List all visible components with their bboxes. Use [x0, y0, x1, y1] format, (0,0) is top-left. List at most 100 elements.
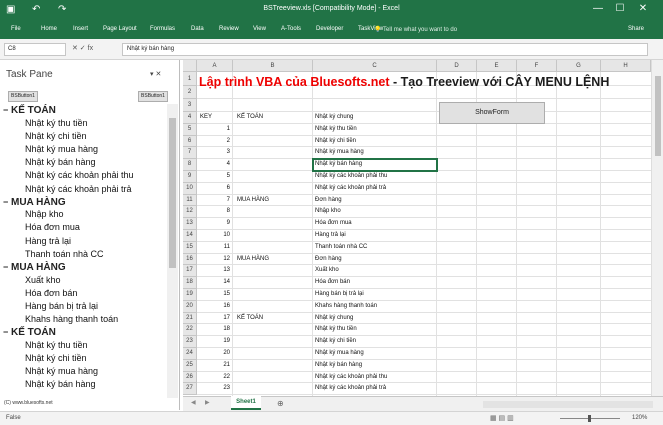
maximize-icon[interactable]: ☐: [613, 3, 627, 14]
scroll-thumb[interactable]: [169, 118, 176, 268]
tab-page-layout[interactable]: Page Layout: [103, 26, 137, 32]
cell-a13[interactable]: 9: [197, 219, 230, 229]
column-header-h[interactable]: H: [601, 60, 651, 72]
cell-a26[interactable]: 22: [197, 373, 230, 383]
cell-a21[interactable]: 17: [197, 314, 230, 324]
cell-a25[interactable]: 21: [197, 361, 230, 371]
tree-child-node[interactable]: Khahs hàng thanh toán: [25, 313, 118, 325]
cell-c4[interactable]: Nhật ký chung: [315, 113, 435, 123]
tree-parent-node[interactable]: − KẾ TOÁN: [3, 326, 56, 339]
row-header[interactable]: 17: [183, 265, 197, 278]
cell-a4[interactable]: KEY: [200, 113, 234, 123]
tree-child-node[interactable]: Nhập kho: [25, 208, 64, 220]
vertical-scrollbar[interactable]: [651, 60, 663, 396]
cell-a5[interactable]: 1: [197, 125, 230, 135]
column-header-c[interactable]: C: [313, 60, 437, 72]
collapse-icon[interactable]: −: [3, 326, 11, 338]
tree-child-node[interactable]: Hàng trả lại: [25, 235, 71, 247]
cell-a20[interactable]: 16: [197, 302, 230, 312]
tree-child-node[interactable]: Xuất kho: [25, 274, 61, 286]
row-header[interactable]: 23: [183, 336, 197, 348]
tell-me-search[interactable]: 💡 Tell me what you want to do: [374, 26, 457, 33]
cell-c17[interactable]: Xuất kho: [315, 266, 435, 276]
column-header-a[interactable]: A: [197, 60, 233, 72]
row-header[interactable]: 15: [183, 241, 197, 254]
cell-a14[interactable]: 10: [197, 231, 230, 241]
tab-formulas[interactable]: Formulas: [150, 26, 175, 32]
row-header[interactable]: 7: [183, 147, 197, 160]
tree-child-node[interactable]: Nhật ký bán hàng: [25, 378, 96, 390]
column-header-g[interactable]: G: [557, 60, 601, 72]
row-header[interactable]: 11: [183, 194, 197, 207]
sheet-prev-icon[interactable]: ◀: [191, 399, 196, 406]
row-header[interactable]: 22: [183, 324, 197, 337]
row-header[interactable]: 24: [183, 348, 197, 360]
cell-c12[interactable]: Nhập kho: [315, 207, 435, 217]
worksheet-grid[interactable]: A B C D E F G H 1 2 3 4 KEY KẾ TOÁN Nhật ký ch…: [183, 60, 651, 396]
cell-c13[interactable]: Hóa đơn mua: [315, 219, 435, 229]
tree-child-node[interactable]: Nhật ký mua hàng: [25, 143, 98, 155]
sheet-next-icon[interactable]: ▶: [205, 399, 210, 406]
row-header[interactable]: 19: [183, 289, 197, 301]
cell-c19[interactable]: Hàng bán bị trả lại: [315, 290, 435, 300]
sheet-tab-sheet1[interactable]: Sheet1: [231, 396, 261, 410]
cell-a18[interactable]: 14: [197, 278, 230, 288]
collapse-icon[interactable]: −: [3, 104, 11, 116]
tab-insert[interactable]: Insert: [73, 26, 88, 32]
tree-child-node[interactable]: Nhật ký mua hàng: [25, 365, 98, 377]
cell-c5[interactable]: Nhật ký thu tiền: [315, 125, 435, 135]
tab-review[interactable]: Review: [219, 26, 239, 32]
close-icon[interactable]: ✕: [636, 3, 650, 14]
collapse-icon[interactable]: −: [3, 261, 11, 273]
tree-child-node[interactable]: Nhật ký chi tiền: [25, 130, 87, 142]
cell-c22[interactable]: Nhật ký thu tiền: [315, 325, 435, 335]
cell-c16[interactable]: Đơn hàng: [315, 255, 435, 265]
tree-parent-node[interactable]: − KẾ TOÁN: [3, 104, 56, 117]
cell-c7[interactable]: Nhật ký mua hàng: [315, 148, 435, 158]
cell-c27[interactable]: Nhật ký các khoản phải trả: [315, 384, 435, 394]
cell-a16[interactable]: 12: [197, 255, 230, 265]
cell-a15[interactable]: 11: [197, 243, 230, 253]
cell-c9[interactable]: Nhật ký các khoản phải thu: [315, 172, 435, 182]
showform-button[interactable]: ShowForm: [439, 102, 545, 124]
row-header[interactable]: 1: [183, 72, 197, 86]
cell-c18[interactable]: Hóa đơn bán: [315, 278, 435, 288]
tree-child-node[interactable]: Thanh toán nhà CC: [25, 248, 104, 260]
column-header-b[interactable]: B: [233, 60, 313, 72]
tree-parent-node[interactable]: − MUA HÀNG: [3, 196, 66, 209]
row-header[interactable]: 27: [183, 383, 197, 396]
zoom-slider-knob[interactable]: [588, 415, 591, 422]
row-header[interactable]: 20: [183, 300, 197, 313]
add-sheet-icon[interactable]: ⊕: [277, 399, 284, 408]
tree-child-node[interactable]: Hóa đơn mua: [25, 221, 80, 233]
cell-b16[interactable]: MUA HÀNG: [237, 255, 311, 265]
cell-a8[interactable]: 4: [197, 160, 230, 170]
cell-a23[interactable]: 19: [197, 337, 230, 347]
tab-file[interactable]: File: [11, 26, 21, 32]
cell-a12[interactable]: 8: [197, 207, 230, 217]
row-header[interactable]: 14: [183, 230, 197, 242]
cell-a17[interactable]: 13: [197, 266, 230, 276]
task-pane-controls[interactable]: ▾ ✕: [150, 70, 161, 78]
cell-c15[interactable]: Thanh toán nhà CC: [315, 243, 435, 253]
treeview[interactable]: − KẾ TOÁN Nhật ký thu tiền Nhật ký chi tiền…: [3, 104, 163, 397]
column-header-f[interactable]: F: [517, 60, 557, 72]
minimize-icon[interactable]: —: [591, 3, 605, 14]
select-all-corner[interactable]: [183, 60, 197, 72]
row-header[interactable]: 25: [183, 359, 197, 372]
tree-child-node[interactable]: Nhật ký bán hàng: [25, 156, 96, 168]
tree-child-node[interactable]: Nhật ký chi tiền: [25, 352, 87, 364]
cell-a6[interactable]: 2: [197, 137, 230, 147]
name-box[interactable]: C8: [4, 43, 66, 56]
tab-data[interactable]: Data: [191, 26, 204, 32]
row-header[interactable]: 9: [183, 171, 197, 183]
zoom-level[interactable]: 120%: [632, 415, 647, 421]
row-header[interactable]: 3: [183, 99, 197, 112]
tree-child-node[interactable]: Hàng bán bị trả lại: [25, 300, 98, 312]
cell-a27[interactable]: 23: [197, 384, 230, 394]
row-header[interactable]: 16: [183, 253, 197, 266]
cell-c10[interactable]: Nhật ký các khoản phải trả: [315, 184, 435, 194]
column-header-e[interactable]: E: [477, 60, 517, 72]
bsbutton-left[interactable]: BSButton1: [8, 91, 38, 102]
row-header[interactable]: 10: [183, 182, 197, 195]
